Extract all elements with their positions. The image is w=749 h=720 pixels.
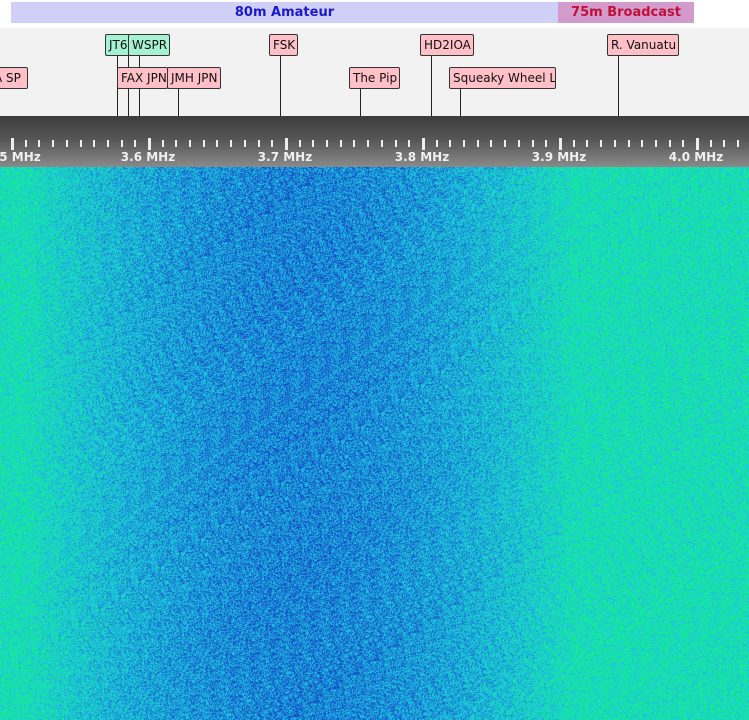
station-label-hd2ioa[interactable]: HD2IOA <box>420 34 474 56</box>
minor-tick <box>326 140 328 147</box>
major-tick <box>148 138 151 150</box>
frequency-scale[interactable]: 5 MHz 3.6 MHz 3.7 MHz 3.8 MHz 3.9 MHz 4.… <box>0 116 749 167</box>
scale-label-4-0-mhz: 4.0 MHz <box>668 150 724 164</box>
station-label-jmh-jpn[interactable]: JMH JPN <box>167 67 221 89</box>
label-marker-line <box>360 89 361 116</box>
band-bar: 80m Amateur 75m Broadcast <box>0 0 749 28</box>
minor-tick <box>340 140 342 147</box>
minor-tick <box>477 140 479 147</box>
minor-tick <box>737 140 739 147</box>
minor-tick <box>216 140 218 147</box>
minor-tick <box>38 140 40 147</box>
minor-tick <box>258 140 260 147</box>
minor-tick <box>710 140 712 147</box>
major-tick <box>422 138 425 150</box>
station-label-a-sp[interactable]: A SP <box>0 67 28 89</box>
minor-tick <box>175 140 177 147</box>
minor-tick <box>367 140 369 147</box>
station-label-wspr[interactable]: WSPR <box>128 34 170 56</box>
minor-tick <box>600 140 602 147</box>
minor-tick <box>353 140 355 147</box>
minor-tick <box>244 140 246 147</box>
minor-tick <box>436 140 438 147</box>
minor-tick <box>518 140 520 147</box>
minor-tick <box>504 140 506 147</box>
label-marker-line <box>460 89 461 116</box>
minor-tick <box>25 140 27 147</box>
minor-tick <box>614 140 616 147</box>
minor-tick <box>299 140 301 147</box>
scale-label-3-9-mhz: 3.9 MHz <box>531 150 587 164</box>
station-label-r-vanuatu[interactable]: R. Vanuatu <box>607 34 679 56</box>
minor-tick <box>121 140 123 147</box>
waterfall-display[interactable] <box>0 167 749 720</box>
label-marker-line <box>431 56 432 116</box>
station-label-fsk[interactable]: FSK <box>269 34 298 56</box>
minor-tick <box>573 140 575 147</box>
scale-label-3-6-mhz: 3.6 MHz <box>120 150 176 164</box>
minor-tick <box>395 140 397 147</box>
minor-tick <box>723 140 725 147</box>
minor-tick <box>532 140 534 147</box>
major-tick <box>11 138 14 150</box>
label-marker-line <box>178 89 179 116</box>
minor-tick <box>408 140 410 147</box>
station-label-squeaky-wheel[interactable]: Squeaky Wheel L <box>449 67 556 89</box>
minor-tick <box>655 140 657 147</box>
minor-tick <box>271 140 273 147</box>
minor-tick <box>80 140 82 147</box>
minor-tick <box>490 140 492 147</box>
minor-tick <box>230 140 232 147</box>
minor-tick <box>641 140 643 147</box>
minor-tick <box>162 140 164 147</box>
minor-tick <box>463 140 465 147</box>
band-75m-broadcast[interactable]: 75m Broadcast <box>558 2 694 23</box>
minor-tick <box>52 140 54 147</box>
minor-tick <box>66 140 68 147</box>
minor-tick <box>682 140 684 147</box>
major-tick <box>696 138 699 150</box>
scale-label-3-5-mhz: 5 MHz <box>0 150 41 164</box>
minor-tick <box>312 140 314 147</box>
station-label-the-pip[interactable]: The Pip <box>349 67 400 89</box>
minor-tick <box>449 140 451 147</box>
minor-tick <box>189 140 191 147</box>
minor-tick <box>586 140 588 147</box>
label-marker-line <box>280 56 281 116</box>
minor-tick <box>628 140 630 147</box>
station-label-fax-jpn[interactable]: FAX JPN <box>117 67 168 89</box>
major-tick <box>559 138 562 150</box>
station-labels-area: A SP JT65 WSPR FAX JPN JMH JPN FSK The P… <box>0 28 749 116</box>
minor-tick <box>669 140 671 147</box>
minor-tick <box>545 140 547 147</box>
minor-tick <box>107 140 109 147</box>
minor-tick <box>203 140 205 147</box>
minor-tick <box>134 140 136 147</box>
major-tick <box>285 138 288 150</box>
minor-tick <box>381 140 383 147</box>
scale-label-3-8-mhz: 3.8 MHz <box>394 150 450 164</box>
band-80m-amateur[interactable]: 80m Amateur <box>11 2 558 23</box>
label-marker-line <box>618 56 619 116</box>
scale-label-3-7-mhz: 3.7 MHz <box>257 150 313 164</box>
minor-tick <box>93 140 95 147</box>
